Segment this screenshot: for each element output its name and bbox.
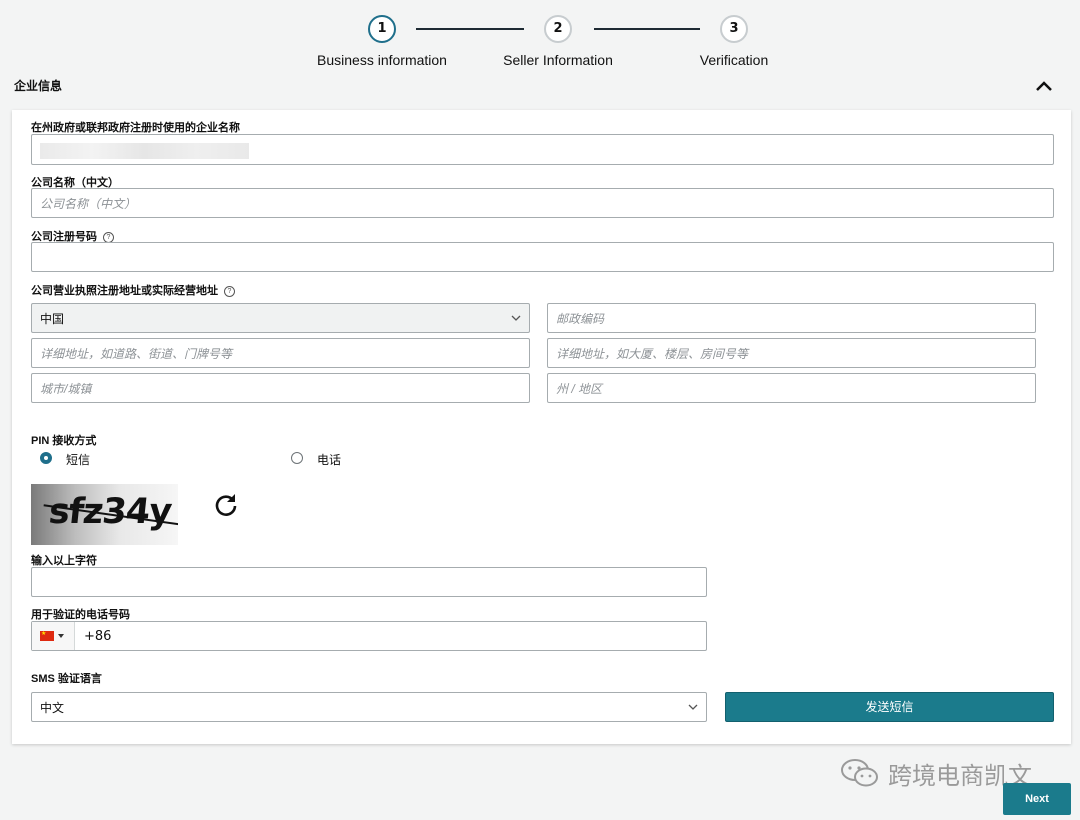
pin-sms-radio[interactable] (40, 452, 52, 464)
chevron-up-icon[interactable] (1034, 76, 1054, 96)
wechat-icon (841, 759, 878, 787)
step-connector (416, 28, 524, 30)
caret-down-icon (58, 634, 64, 638)
progress-stepper: 1 2 3 Business information Seller Inform… (0, 0, 1080, 72)
step-2-circle: 2 (544, 15, 572, 43)
captcha-input[interactable] (31, 567, 707, 597)
sms-language-select[interactable]: 中文 (31, 692, 707, 722)
captcha-input-label: 输入以上字符 (31, 555, 97, 567)
help-icon[interactable]: ? (224, 285, 235, 297)
country-value: 中国 (40, 311, 65, 326)
address-line1-input[interactable]: 详细地址，如道路、街道、门牌号等 (31, 338, 530, 368)
chevron-down-icon (688, 704, 698, 710)
step-1-label: Business information (317, 52, 447, 68)
captcha-image: sfz34y (31, 484, 178, 545)
country-code-dropdown[interactable]: ★ (32, 622, 75, 650)
sms-language-label: SMS 验证语言 (31, 673, 102, 685)
section-title: 企业信息 (14, 79, 63, 93)
captcha-text: sfz34y (46, 492, 174, 532)
city-input[interactable]: 城市/城镇 (31, 373, 530, 403)
send-sms-button[interactable]: 发送短信 (725, 692, 1054, 722)
business-info-card: 在州政府或联邦政府注册时使用的企业名称 公司名称（中文） 公司名称（中文） 公司… (12, 110, 1071, 744)
step-1-circle: 1 (368, 15, 396, 43)
step-2-label: Seller Information (503, 52, 613, 68)
state-input[interactable]: 州 / 地区 (547, 373, 1036, 403)
company-cn-input[interactable]: 公司名称（中文） (31, 188, 1054, 218)
pin-sms-label: 短信 (66, 453, 91, 467)
reg-number-input[interactable] (31, 242, 1054, 272)
chevron-down-icon (511, 315, 521, 321)
address-label-text: 公司营业执照注册地址或实际经营地址 (31, 285, 218, 297)
country-select[interactable]: 中国 (31, 303, 530, 333)
address-line2-input[interactable]: 详细地址，如大厦、楼层、房间号等 (547, 338, 1036, 368)
phone-prefix: +86 (84, 629, 112, 644)
legal-name-input[interactable] (31, 134, 1054, 165)
address-label: 公司营业执照注册地址或实际经营地址? (31, 282, 235, 298)
redacted-value (40, 143, 249, 159)
pin-call-radio[interactable] (291, 452, 303, 464)
pin-call-label: 电话 (317, 453, 342, 467)
phone-input[interactable]: ★ +86 (31, 621, 707, 651)
step-connector (594, 28, 700, 30)
phone-label: 用于验证的电话号码 (31, 609, 130, 621)
postal-code-input[interactable]: 邮政编码 (547, 303, 1036, 333)
next-button[interactable]: Next (1003, 783, 1071, 815)
pin-method-label: PIN 接收方式 (31, 435, 97, 447)
refresh-icon[interactable] (212, 491, 240, 519)
china-flag-icon: ★ (40, 630, 54, 641)
help-icon[interactable]: ? (103, 231, 114, 243)
sms-language-value: 中文 (40, 700, 65, 715)
step-3-circle: 3 (720, 15, 748, 43)
step-3-label: Verification (699, 52, 769, 68)
legal-name-label: 在州政府或联邦政府注册时使用的企业名称 (31, 122, 240, 134)
